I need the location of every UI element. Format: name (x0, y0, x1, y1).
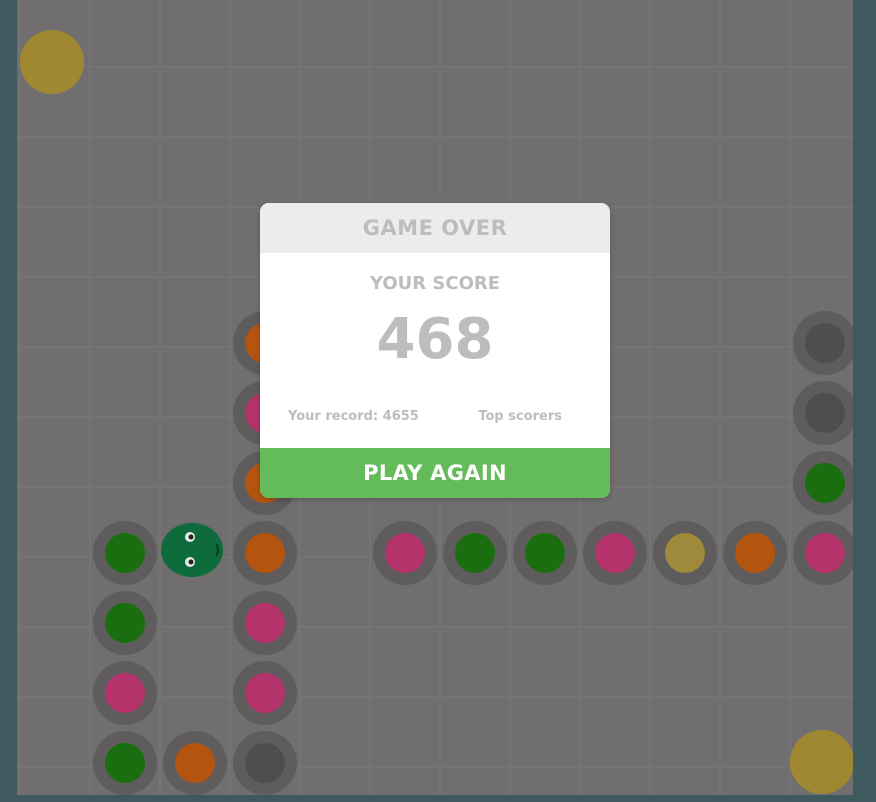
piece-ring (513, 521, 577, 585)
piece-pink (245, 673, 285, 713)
piece-green (525, 533, 565, 573)
piece-ring (93, 591, 157, 655)
piece-ring (93, 521, 157, 585)
food-pellet (20, 30, 84, 94)
piece-gray_piece (805, 393, 845, 433)
piece-pink (805, 533, 845, 573)
piece-ring (233, 731, 297, 795)
piece-ring (793, 311, 853, 375)
piece-ring (233, 521, 297, 585)
score-value: 468 (376, 307, 494, 372)
piece-orange (175, 743, 215, 783)
piece-green (105, 533, 145, 573)
piece-ring (723, 521, 787, 585)
piece-pink (245, 603, 285, 643)
piece-ring (443, 521, 507, 585)
record-value: 4655 (382, 409, 419, 424)
food-pellet (790, 730, 853, 794)
piece-ring (233, 661, 297, 725)
piece-ring (793, 521, 853, 585)
piece-pink (105, 673, 145, 713)
piece-pink (385, 533, 425, 573)
piece-ring (93, 661, 157, 725)
record-label: Your record: (288, 409, 379, 424)
piece-ring (793, 381, 853, 445)
game-over-title: GAME OVER (260, 203, 610, 253)
piece-orange (735, 533, 775, 573)
piece-ring (93, 731, 157, 795)
play-again-button[interactable]: PLAY AGAIN (260, 448, 610, 498)
piece-ring (583, 521, 647, 585)
record-line: Your record: 4655 (288, 409, 419, 424)
piece-gray_piece (805, 323, 845, 363)
piece-pink (595, 533, 635, 573)
piece-green (105, 743, 145, 783)
piece-ring (793, 451, 853, 515)
snake-head (161, 523, 223, 577)
piece-ring (163, 731, 227, 795)
score-label: YOUR SCORE (369, 273, 501, 294)
piece-ring (653, 521, 717, 585)
piece-green (805, 463, 845, 503)
piece-gray_piece (245, 743, 285, 783)
stats-row: Your record: 4655 Top scorers (260, 409, 610, 424)
piece-green (455, 533, 495, 573)
game-over-dialog: GAME OVER YOUR SCORE 468 Your record: 46… (260, 203, 610, 498)
piece-orange (245, 533, 285, 573)
piece-ring (233, 591, 297, 655)
top-scorers-link[interactable]: Top scorers (478, 409, 562, 424)
piece-ring (373, 521, 437, 585)
piece-yellow_piece (665, 533, 705, 573)
piece-green (105, 603, 145, 643)
